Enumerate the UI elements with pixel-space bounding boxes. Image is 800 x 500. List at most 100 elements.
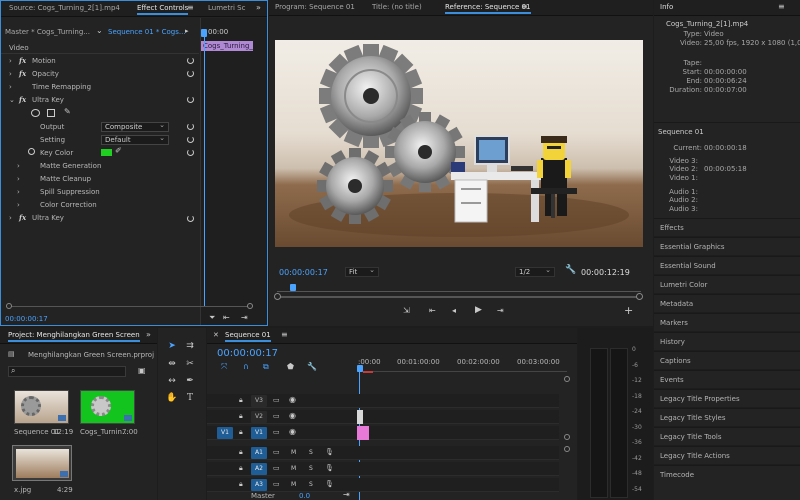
tab-effect-controls[interactable]: Effect Controls: [137, 4, 189, 15]
overflow-tabs-icon[interactable]: »: [146, 330, 151, 339]
panel-legacy-title-tools[interactable]: Legacy Title Tools: [654, 427, 800, 445]
effect-row-opacity[interactable]: › fx Opacity: [1, 68, 199, 80]
track-select-tool-icon[interactable]: ⇉: [184, 340, 196, 352]
eyedropper-icon[interactable]: ✐: [115, 146, 122, 155]
go-to-in-icon[interactable]: ⇤: [429, 306, 436, 315]
track-target-v2[interactable]: V2: [251, 411, 267, 423]
toggle-icon[interactable]: ⇥: [241, 313, 248, 322]
collapse-chevron-icon[interactable]: ⌄: [9, 94, 15, 106]
tab-project[interactable]: Project: Menghilangkan Green Screen: [8, 331, 140, 342]
mute-button[interactable]: M: [291, 481, 296, 488]
timeline-settings-icon[interactable]: 🔧: [307, 362, 317, 371]
monitor-zoom-bar[interactable]: [277, 296, 641, 298]
thumb-cogs-clip[interactable]: [80, 390, 135, 424]
expand-chevron-icon[interactable]: ›: [17, 173, 20, 185]
selection-tool-icon[interactable]: ➤: [166, 340, 178, 352]
timeline-scroll-handle-top[interactable]: [564, 376, 570, 382]
stopwatch-icon[interactable]: [28, 148, 35, 155]
ec-clip-bar[interactable]: Cogs_Turning_2[1]: [201, 41, 253, 51]
master-clip-selector[interactable]: Master * Cogs_Turning...: [5, 28, 101, 39]
track-lock-icon[interactable]: 🔒︎: [239, 480, 243, 489]
ec-zoom-handle-left[interactable]: [6, 303, 12, 309]
panel-effects[interactable]: Effects: [654, 218, 800, 236]
track-lock-icon[interactable]: 🔒︎: [239, 448, 243, 457]
panel-history[interactable]: History: [654, 332, 800, 350]
tab-lumetri-scopes[interactable]: Lumetri Sc: [208, 4, 245, 12]
expand-chevron-icon[interactable]: ›: [17, 186, 20, 198]
matte-generation-row[interactable]: › Matte Generation: [1, 160, 199, 172]
track-lock-icon[interactable]: 🔒︎: [239, 396, 243, 405]
sequence-clip-label[interactable]: Sequence 01 * Cogs...: [108, 28, 186, 36]
ec-mini-timeline[interactable]: [200, 18, 267, 325]
tab-program[interactable]: Program: Sequence 01: [275, 3, 355, 11]
key-color-swatch[interactable]: [101, 149, 112, 156]
ripple-edit-tool-icon[interactable]: ⇹: [166, 358, 178, 370]
monitor-time-ruler[interactable]: [277, 283, 641, 292]
thumb-sequence-01[interactable]: [14, 390, 69, 424]
sync-lock-icon[interactable]: ▭: [273, 464, 280, 472]
clip-v1[interactable]: [357, 426, 369, 440]
master-chevron-icon[interactable]: ⌄: [96, 26, 103, 35]
type-tool-icon[interactable]: T: [184, 392, 196, 404]
work-area-bar[interactable]: [363, 371, 373, 373]
pen-tool-icon[interactable]: ✒: [184, 375, 196, 387]
ellipse-mask-icon[interactable]: [31, 109, 40, 117]
panel-menu-icon[interactable]: ≡: [281, 330, 288, 339]
panel-legacy-title-styles[interactable]: Legacy Title Styles: [654, 408, 800, 426]
color-correction-row[interactable]: › Color Correction: [1, 199, 199, 211]
mark-in-icon[interactable]: ⇲: [403, 306, 410, 315]
snap-icon[interactable]: ∩: [243, 362, 249, 371]
track-target-v1[interactable]: V1: [251, 427, 267, 439]
reset-icon[interactable]: [187, 149, 194, 156]
panel-events[interactable]: Events: [654, 370, 800, 388]
panel-captions[interactable]: Captions: [654, 351, 800, 369]
sync-lock-icon[interactable]: ▭: [273, 448, 280, 456]
reset-icon[interactable]: [187, 123, 194, 130]
track-lock-icon[interactable]: 🔒︎: [239, 412, 243, 421]
toggle-visibility-icon[interactable]: ◉: [289, 427, 296, 436]
monitor-playhead[interactable]: [290, 284, 296, 291]
sync-lock-icon[interactable]: ▭: [273, 396, 280, 404]
timeline-scroll-handle-low[interactable]: [564, 446, 570, 452]
panel-menu-icon[interactable]: ≡: [187, 3, 194, 12]
nest-icon[interactable]: ⤧: [221, 362, 227, 372]
expand-chevron-icon[interactable]: ›: [17, 160, 20, 172]
pen-mask-icon[interactable]: ✎: [64, 107, 71, 116]
effect-row-motion[interactable]: › fx Motion: [1, 55, 199, 67]
expand-chevron-icon[interactable]: ›: [17, 199, 20, 211]
ec-timecode[interactable]: 00:00:00:17: [5, 315, 48, 323]
mute-button[interactable]: M: [291, 465, 296, 472]
clip-v2[interactable]: [357, 410, 363, 424]
panel-legacy-title-properties[interactable]: Legacy Title Properties: [654, 389, 800, 407]
panel-menu-icon[interactable]: ≡: [778, 2, 785, 11]
fx-icon[interactable]: fx: [19, 68, 26, 80]
tab-source[interactable]: Source: Cogs_Turning_2[1].mp4: [9, 4, 120, 12]
tab-title[interactable]: Title: (no title): [372, 3, 422, 11]
track-target-a1[interactable]: A1: [251, 447, 267, 459]
rectangle-mask-icon[interactable]: [47, 109, 55, 117]
track-lock-icon[interactable]: 🔒︎: [239, 464, 243, 473]
sync-lock-icon[interactable]: ▭: [273, 412, 280, 420]
fx-icon[interactable]: fx: [19, 55, 26, 67]
video-frame[interactable]: [275, 40, 643, 247]
toggle-visibility-icon[interactable]: ◉: [289, 395, 296, 404]
voiceover-mic-icon[interactable]: 🎙︎: [325, 464, 334, 472]
panel-metadata[interactable]: Metadata: [654, 294, 800, 312]
tab-info[interactable]: Info: [660, 3, 673, 11]
fx-icon[interactable]: fx: [19, 94, 26, 106]
timeline-scroll-handle-mid[interactable]: [564, 434, 570, 440]
reset-icon[interactable]: [187, 70, 194, 77]
zoom-fit-dropdown[interactable]: Fit: [345, 266, 379, 277]
panel-markers[interactable]: Markers: [654, 313, 800, 331]
panel-menu-icon[interactable]: ≡: [521, 2, 528, 11]
mute-button[interactable]: M: [291, 449, 296, 456]
track-target-v3[interactable]: V3: [251, 395, 267, 407]
reset-icon[interactable]: [187, 57, 194, 64]
slip-tool-icon[interactable]: ↔: [166, 375, 178, 387]
panel-legacy-title-actions[interactable]: Legacy Title Actions: [654, 446, 800, 464]
play-icon[interactable]: ▶: [475, 305, 482, 315]
effect-row-ultra-key-2[interactable]: › fx Ultra Key: [1, 212, 199, 224]
effect-row-ultra-key[interactable]: ⌄ fx Ultra Key: [1, 94, 199, 106]
monitor-zoom-handle-right[interactable]: [636, 293, 643, 300]
ec-zoom-slider[interactable]: [9, 306, 249, 307]
